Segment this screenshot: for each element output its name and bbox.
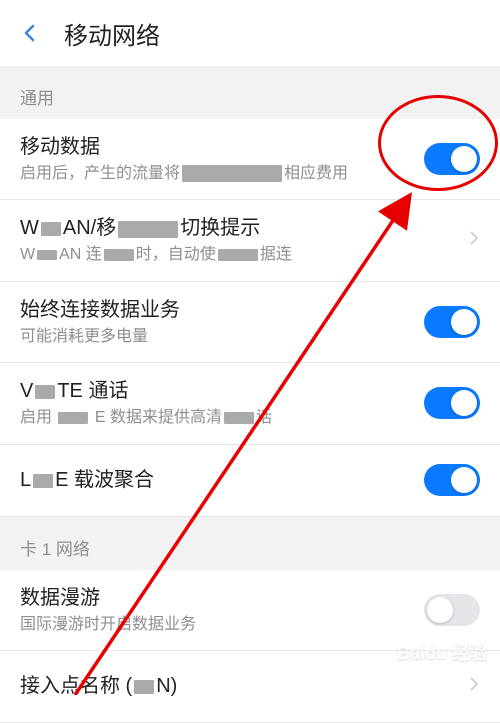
row-wlan-switch[interactable]: WAN/移切换提示 WAN 连时，自动使据连 <box>0 200 500 281</box>
row-always-data[interactable]: 始终连接数据业务 可能消耗更多电量 <box>0 282 500 363</box>
back-button[interactable] <box>16 19 44 47</box>
section-label-general: 通用 <box>0 66 500 119</box>
row-apn[interactable]: 接入点名称 (N) <box>0 651 500 723</box>
page-title: 移动网络 <box>64 16 160 51</box>
row-title-wlan-switch: WAN/移切换提示 <box>20 214 460 242</box>
chevron-right-icon <box>468 228 480 253</box>
toggle-volte[interactable] <box>424 387 480 419</box>
row-mobile-data[interactable]: 移动数据 启用后，产生的流量将相应费用 <box>0 119 500 200</box>
toggle-data-roaming[interactable] <box>424 594 480 626</box>
row-title-mobile-data: 移动数据 <box>20 133 424 161</box>
section-label-sim1: 卡 1 网络 <box>0 517 500 570</box>
row-desc-data-roaming: 国际漫游时开启数据业务 <box>20 614 424 636</box>
row-volte[interactable]: VTE 通话 启用 E 数据来提供高清话 <box>0 363 500 444</box>
row-title-carrier-agg: LE 载波聚合 <box>20 466 424 494</box>
row-title-always-data: 始终连接数据业务 <box>20 296 424 324</box>
row-desc-volte: 启用 E 数据来提供高清话 <box>20 407 424 429</box>
row-data-roaming[interactable]: 数据漫游 国际漫游时开启数据业务 <box>0 570 500 651</box>
header-bar: 移动网络 <box>0 0 500 66</box>
row-desc-always-data: 可能消耗更多电量 <box>20 326 424 348</box>
row-title-volte: VTE 通话 <box>20 377 424 405</box>
chevron-right-icon <box>468 674 480 699</box>
row-carrier-agg[interactable]: LE 载波聚合 <box>0 445 500 517</box>
toggle-carrier-agg[interactable] <box>424 464 480 496</box>
row-desc-wlan-switch: WAN 连时，自动使据连 <box>20 244 460 266</box>
toggle-always-data[interactable] <box>424 306 480 338</box>
toggle-mobile-data[interactable] <box>424 143 480 175</box>
row-desc-mobile-data: 启用后，产生的流量将相应费用 <box>20 163 424 185</box>
row-title-data-roaming: 数据漫游 <box>20 584 424 612</box>
row-title-apn: 接入点名称 (N) <box>20 672 460 700</box>
